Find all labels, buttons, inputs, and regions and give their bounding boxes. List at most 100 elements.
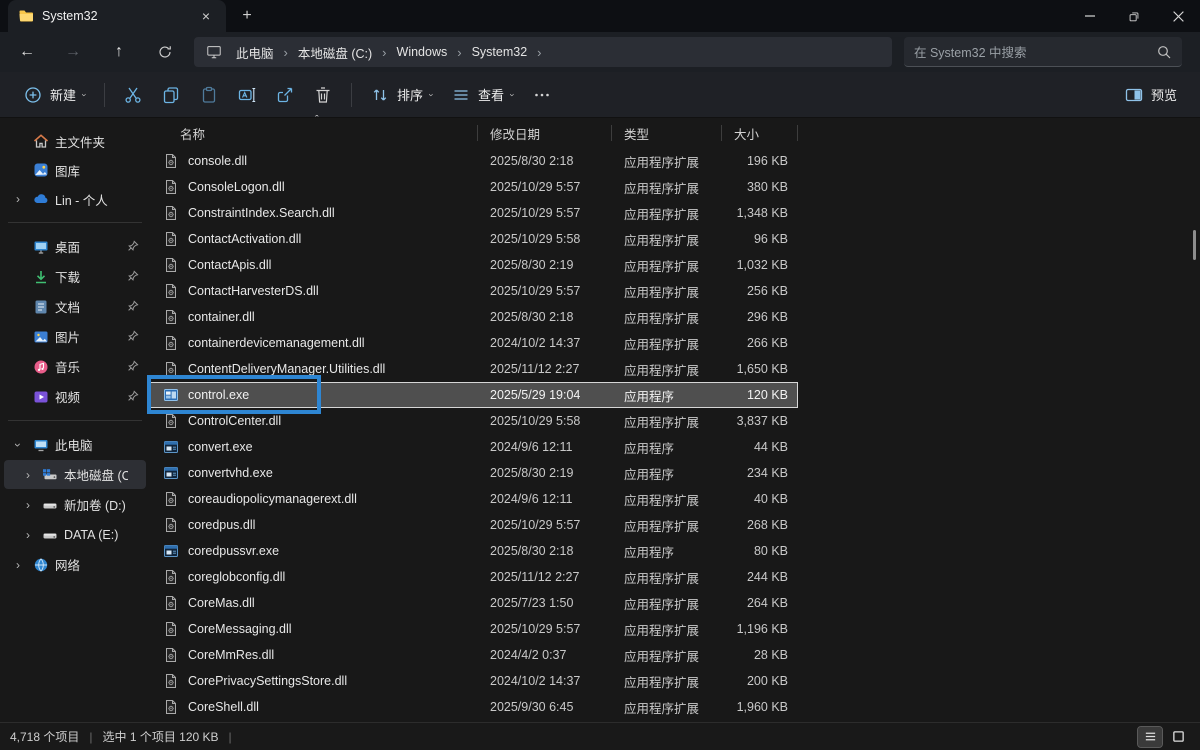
sidebar-item-视频[interactable]: 视频 xyxy=(4,382,146,411)
chevron-down-icon: › xyxy=(80,93,90,96)
sidebar-item-新加卷 (D:)[interactable]: ›新加卷 (D:) xyxy=(4,490,146,519)
file-date-modified: 2025/8/30 2:18 xyxy=(478,154,612,168)
column-header-type[interactable]: 类型 xyxy=(612,118,722,148)
back-button[interactable]: ← xyxy=(10,37,44,67)
sidebar-item-label: 图片 xyxy=(55,327,128,346)
file-row[interactable]: ContactActivation.dll2025/10/29 5:58应用程序… xyxy=(150,226,798,252)
tab-close-icon[interactable]: × xyxy=(196,6,216,26)
file-row[interactable]: ContactApis.dll2025/8/30 2:19应用程序扩展1,032… xyxy=(150,252,798,278)
this-pc-monitor-icon[interactable] xyxy=(206,44,222,60)
chevron-right-icon[interactable]: › xyxy=(22,468,34,482)
file-size: 1,348 KB xyxy=(722,206,798,220)
file-row[interactable]: ConstraintIndex.Search.dll2025/10/29 5:5… xyxy=(150,200,798,226)
sidebar-item-Lin - 个人[interactable]: ›Lin - 个人 xyxy=(4,185,146,213)
file-type: 应用程序扩展 xyxy=(612,178,722,197)
dll-file-icon xyxy=(163,231,179,247)
sidebar-item-DATA (E:)[interactable]: › DATA (E:) xyxy=(4,520,146,549)
column-header-date[interactable]: 修改日期 xyxy=(478,118,612,148)
file-type: 应用程序扩展 xyxy=(612,308,722,327)
large-icons-view-button[interactable] xyxy=(1166,727,1190,747)
up-button[interactable]: ↑ xyxy=(102,37,136,67)
sidebar-item-label: DATA (E:) xyxy=(64,528,128,542)
file-row[interactable]: coreglobconfig.dll2025/11/12 2:27应用程序扩展2… xyxy=(150,564,798,590)
search-box[interactable]: 在 System32 中搜索 xyxy=(904,37,1182,67)
file-row[interactable]: coredpussvr.exe2025/8/30 2:18应用程序80 KB xyxy=(150,538,798,564)
breadcrumb-item[interactable]: System32 xyxy=(464,42,536,62)
breadcrumb-chevron-icon[interactable]: › xyxy=(535,45,543,60)
close-button[interactable] xyxy=(1156,0,1200,32)
file-date-modified: 2025/10/29 5:58 xyxy=(478,232,612,246)
music-icon xyxy=(33,359,49,375)
file-row[interactable]: container.dll2025/8/30 2:18应用程序扩展296 KB xyxy=(150,304,798,330)
chevron-right-icon[interactable]: › xyxy=(12,192,24,206)
chevron-down-icon: › xyxy=(508,93,518,96)
breadcrumb-chevron-icon[interactable]: › xyxy=(380,45,388,60)
minimize-button[interactable] xyxy=(1068,0,1112,32)
delete-button[interactable] xyxy=(304,78,342,112)
vertical-scrollbar[interactable] xyxy=(1193,230,1196,260)
file-date-modified: 2025/10/29 5:57 xyxy=(478,206,612,220)
file-row[interactable]: console.dll2025/8/30 2:18应用程序扩展196 KB xyxy=(150,148,798,174)
sidebar-item-下载[interactable]: 下载 xyxy=(4,262,146,291)
details-view-button[interactable] xyxy=(1138,727,1162,747)
cut-button[interactable] xyxy=(114,78,152,112)
file-type: 应用程序扩展 xyxy=(612,672,722,691)
sidebar-item-音乐[interactable]: 音乐 xyxy=(4,352,146,381)
rename-button[interactable] xyxy=(228,78,266,112)
sidebar-item-网络[interactable]: ›网络 xyxy=(4,550,146,579)
share-button[interactable] xyxy=(266,78,304,112)
file-row[interactable]: CoreShell.dll2025/9/30 6:45应用程序扩展1,960 K… xyxy=(150,694,798,720)
copy-button[interactable] xyxy=(152,78,190,112)
column-header-size[interactable]: 大小 xyxy=(722,118,798,148)
search-icon[interactable] xyxy=(1156,44,1172,60)
chevron-right-icon[interactable]: › xyxy=(22,498,34,512)
sort-button[interactable]: 排序 › xyxy=(361,78,442,112)
file-type: 应用程序扩展 xyxy=(612,334,722,353)
file-row[interactable]: CoreMmRes.dll2024/4/2 0:37应用程序扩展28 KB xyxy=(150,642,798,668)
file-row[interactable]: CorePrivacySettingsStore.dll2024/10/2 14… xyxy=(150,668,798,694)
breadcrumb-chevron-icon[interactable]: › xyxy=(455,45,463,60)
sidebar-item-图库[interactable]: 图库 xyxy=(4,156,146,184)
file-row[interactable]: convertvhd.exe2025/8/30 2:19应用程序234 KB xyxy=(150,460,798,486)
file-name: CorePrivacySettingsStore.dll xyxy=(150,673,478,689)
sidebar-item-此电脑[interactable]: ›此电脑 xyxy=(4,430,146,459)
chevron-right-icon[interactable]: › xyxy=(22,528,34,542)
breadcrumb-item[interactable]: Windows xyxy=(389,42,456,62)
forward-button[interactable]: → xyxy=(56,37,90,67)
column-header-name[interactable]: 名称 xyxy=(150,118,478,148)
sidebar-item-主文件夹[interactable]: 主文件夹 xyxy=(4,127,146,155)
file-row[interactable]: containerdevicemanagement.dll2024/10/2 1… xyxy=(150,330,798,356)
view-button[interactable]: 查看 › xyxy=(442,78,523,112)
sidebar-item-文档[interactable]: 文档 xyxy=(4,292,146,321)
file-row[interactable]: ContactHarvesterDS.dll2025/10/29 5:57应用程… xyxy=(150,278,798,304)
paste-button[interactable] xyxy=(190,78,228,112)
dll-file-icon xyxy=(163,179,179,195)
file-row[interactable]: ConsoleLogon.dll2025/10/29 5:57应用程序扩展380… xyxy=(150,174,798,200)
chevron-right-icon[interactable]: › xyxy=(12,558,24,572)
dll-file-icon xyxy=(163,595,179,611)
breadcrumb-chevron-icon[interactable]: › xyxy=(282,45,290,60)
restore-button[interactable] xyxy=(1112,0,1156,32)
more-button[interactable] xyxy=(523,78,561,112)
toolbar-divider xyxy=(351,83,352,107)
breadcrumb-item[interactable]: 此电脑 xyxy=(228,40,282,65)
sidebar-item-本地磁盘 (C:)[interactable]: ›本地磁盘 (C:) xyxy=(4,460,146,489)
explorer-tab[interactable]: System32 × xyxy=(8,0,226,32)
new-button[interactable]: 新建 › xyxy=(14,78,95,112)
file-type: 应用程序扩展 xyxy=(612,152,722,171)
breadcrumb-item[interactable]: 本地磁盘 (C:) xyxy=(290,40,380,65)
drive-c-icon xyxy=(42,467,58,483)
refresh-button[interactable] xyxy=(148,37,182,67)
sidebar-item-桌面[interactable]: 桌面 xyxy=(4,232,146,261)
sidebar-item-图片[interactable]: 图片 xyxy=(4,322,146,351)
file-name: coredpussvr.exe xyxy=(150,543,478,559)
file-row[interactable]: coredpus.dll2025/10/29 5:57应用程序扩展268 KB xyxy=(150,512,798,538)
file-type: 应用程序扩展 xyxy=(612,594,722,613)
file-row[interactable]: CoreMas.dll2025/7/23 1:50应用程序扩展264 KB xyxy=(150,590,798,616)
file-row[interactable]: CoreMessaging.dll2025/10/29 5:57应用程序扩展1,… xyxy=(150,616,798,642)
chevron-down-icon[interactable]: › xyxy=(11,439,25,451)
preview-button[interactable]: 预览 xyxy=(1115,78,1186,112)
file-row[interactable]: coreaudiopolicymanagerext.dll2024/9/6 12… xyxy=(150,486,798,512)
new-tab-button[interactable]: + xyxy=(232,3,262,29)
file-row[interactable]: convert.exe2024/9/6 12:11应用程序44 KB xyxy=(150,434,798,460)
